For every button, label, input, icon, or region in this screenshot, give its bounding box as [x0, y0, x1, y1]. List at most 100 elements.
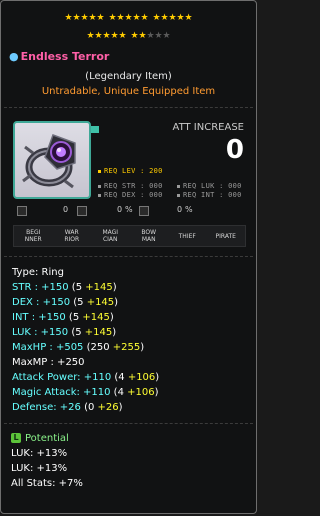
divider	[4, 256, 253, 257]
stat-close: )	[155, 372, 160, 383]
star-filled-icon: ★	[138, 31, 147, 41]
star-filled-icon: ★	[86, 31, 95, 41]
stat-bonus: +145	[82, 312, 110, 323]
stat-base: (5	[65, 312, 83, 323]
stat-close: )	[118, 402, 123, 413]
stat-bonus: +145	[86, 297, 115, 308]
potential-line: All Stats: +7%	[11, 478, 83, 489]
stat-line: MaxHP : +505 (250 +255)	[12, 340, 159, 355]
potential-line: LUK: +13%	[11, 448, 68, 459]
star-empty-icon: ★	[162, 31, 171, 41]
scroll-icon	[17, 206, 27, 216]
star-filled-icon: ★	[132, 13, 141, 23]
stat-close: )	[112, 327, 117, 338]
stat-base: (5	[68, 282, 86, 293]
legendary-potential-icon: L	[11, 433, 21, 443]
star-force-row-2: ★★★★★ ★★★★★	[1, 31, 256, 41]
stat-base: (4	[110, 387, 128, 398]
item-name: ● Endless Terror	[9, 50, 109, 63]
star-filled-icon: ★	[168, 13, 177, 23]
stat-base: (5	[70, 297, 87, 308]
mini-stat-value: 0	[63, 205, 69, 214]
star-filled-icon: ★	[184, 13, 193, 23]
star-filled-icon: ★	[116, 13, 125, 23]
stat-line: LUK : +150 (5 +145)	[12, 325, 159, 340]
att-increase-label: ATT INCREASE	[172, 122, 244, 133]
stat-bonus: +145	[84, 327, 113, 338]
stat-close: )	[112, 282, 117, 293]
stat-bonus: +255	[112, 342, 141, 353]
req-str: REQ STR : 000	[98, 182, 163, 190]
stat-total: Magic Attack: +110	[12, 387, 111, 398]
star-filled-icon: ★	[64, 13, 73, 23]
stat-total: MaxHP : +505	[12, 342, 84, 353]
star-filled-icon: ★	[124, 13, 133, 23]
star-group: ★★★★★	[131, 31, 171, 41]
stat-line: STR : +150 (5 +145)	[12, 280, 159, 295]
item-tooltip: ★★★★★ ★★★★★ ★★★★★ ★★★★★ ★★★★★ ● Endless Terr…	[0, 0, 257, 514]
stat-total: DEX : +150	[12, 297, 71, 308]
req-level-text: REQ LEV : 200	[104, 167, 163, 175]
star-filled-icon: ★	[160, 13, 169, 23]
stat-base: (0	[80, 402, 98, 413]
item-stats: Type: Ring STR : +150 (5 +145) DEX : +150 …	[12, 265, 159, 415]
mini-stat-percent: %	[185, 205, 193, 214]
star-filled-icon: ★	[176, 13, 185, 23]
stat-base: (4	[111, 372, 128, 383]
stat-total: INT : +150	[12, 312, 66, 323]
stat-line: INT : +150 (5 +145)	[12, 310, 159, 325]
stat-bonus: +106	[127, 387, 155, 398]
req-luk: REQ LUK : 000	[177, 182, 242, 190]
star-filled-icon: ★	[102, 31, 111, 41]
potential-header: L Potential	[11, 431, 83, 446]
star-filled-icon: ★	[152, 13, 161, 23]
stat-total: Defense: +26	[12, 402, 81, 413]
potential-title: Potential	[25, 433, 69, 444]
frame-ribbon	[91, 126, 99, 133]
stat-total: STR : +150	[12, 282, 69, 293]
job-thief: THIEF	[178, 232, 196, 240]
job-warrior: WAR RIOR	[64, 229, 80, 243]
stat-line: DEX : +150 (5 +145)	[12, 295, 159, 310]
equip-mini-stats: 0 0 % 0 %	[13, 205, 213, 220]
stat-line: Magic Attack: +110 (4 +106)	[12, 385, 159, 400]
stat-close: )	[114, 297, 119, 308]
stat-total: LUK : +150	[12, 327, 69, 338]
bullet-icon: ●	[9, 50, 19, 63]
star-filled-icon: ★	[118, 31, 127, 41]
req-int-text: REQ INT : 000	[183, 191, 242, 199]
star-group: ★★★★★	[87, 31, 127, 41]
stat-line: Attack Power: +110 (4 +106)	[12, 370, 159, 385]
ring-icon	[22, 134, 76, 189]
stat-close: )	[154, 387, 159, 398]
star-force-row-1: ★★★★★ ★★★★★ ★★★★★	[1, 13, 256, 23]
stat-bonus: +26	[97, 402, 119, 413]
stat-bonus: +106	[127, 372, 156, 383]
star-filled-icon: ★	[80, 13, 89, 23]
star-empty-icon: ★	[154, 31, 163, 41]
star-filled-icon: ★	[140, 13, 149, 23]
star-filled-icon: ★	[94, 31, 103, 41]
star-group: ★★★★★	[109, 13, 149, 23]
potential-line: LUK: +13%	[11, 463, 68, 474]
stat-line: Defense: +26 (0 +26)	[12, 400, 159, 415]
star-filled-icon: ★	[88, 13, 97, 23]
stat-bonus: +145	[85, 282, 113, 293]
mini-stat-percent: %	[125, 205, 133, 214]
req-level: REQ LEV : 200	[98, 167, 163, 175]
job-bowman: BOW MAN	[141, 229, 157, 243]
req-str-text: REQ STR : 000	[104, 182, 163, 190]
stat-total: Attack Power: +110	[12, 372, 112, 383]
stat-line: MaxMP : +250	[12, 355, 159, 370]
mini-stat-value: 0	[117, 205, 123, 214]
job-pirate: PIRATE	[215, 232, 236, 240]
req-int: REQ INT : 000	[177, 191, 242, 199]
req-luk-text: REQ LUK : 000	[183, 182, 242, 190]
star-group: ★★★★★	[65, 13, 105, 23]
job-requirements: BEGI NNER WAR RIOR MAGI CIAN BOW MAN THI…	[13, 225, 246, 247]
star-filled-icon: ★	[130, 31, 139, 41]
item-trade-info: Untradable, Unique Equipped Item	[41, 86, 216, 97]
stat-base: (5	[68, 327, 85, 338]
item-name-text: Endless Terror	[20, 50, 110, 63]
job-beginner: BEGI NNER	[24, 229, 42, 243]
